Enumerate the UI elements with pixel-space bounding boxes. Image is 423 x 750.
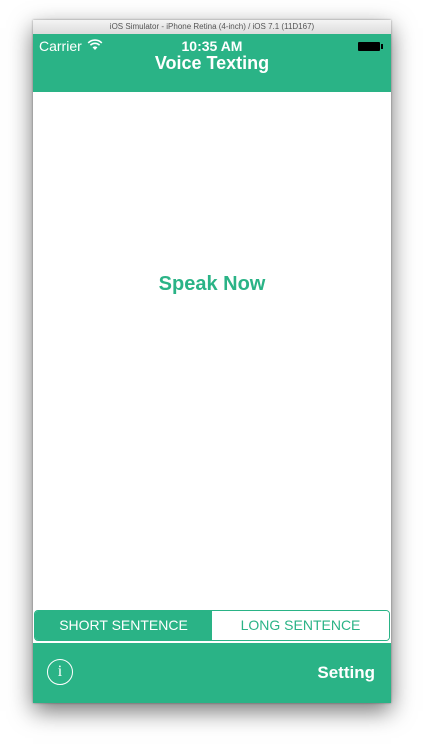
page-title: Voice Texting <box>154 53 270 73</box>
info-icon[interactable]: i <box>47 659 73 685</box>
simulator-window: iOS Simulator - iPhone Retina (4-inch) /… <box>33 20 391 703</box>
screen: iOS Simulator - iPhone Retina (4-inch) /… <box>0 0 423 750</box>
navigation-bar: Carrier 10:35 AM Voice Texting <box>33 34 391 92</box>
speak-now-button[interactable]: Speak Now <box>33 273 391 296</box>
sentence-length-segmented-control: SHORT SENTENCE LONG SENTENCE <box>34 610 390 641</box>
device-screen: Carrier 10:35 AM Voice Texting Speak Now… <box>33 34 391 703</box>
simulator-title: iOS Simulator - iPhone Retina (4-inch) /… <box>33 20 391 35</box>
bottom-toolbar: i Setting <box>33 643 391 703</box>
battery-tip <box>381 44 383 49</box>
setting-button[interactable]: Setting <box>317 663 375 683</box>
battery-icon <box>358 42 380 51</box>
segment-long-sentence[interactable]: LONG SENTENCE <box>212 611 389 640</box>
segment-short-sentence[interactable]: SHORT SENTENCE <box>35 611 212 640</box>
status-time: 10:35 AM <box>181 38 243 54</box>
